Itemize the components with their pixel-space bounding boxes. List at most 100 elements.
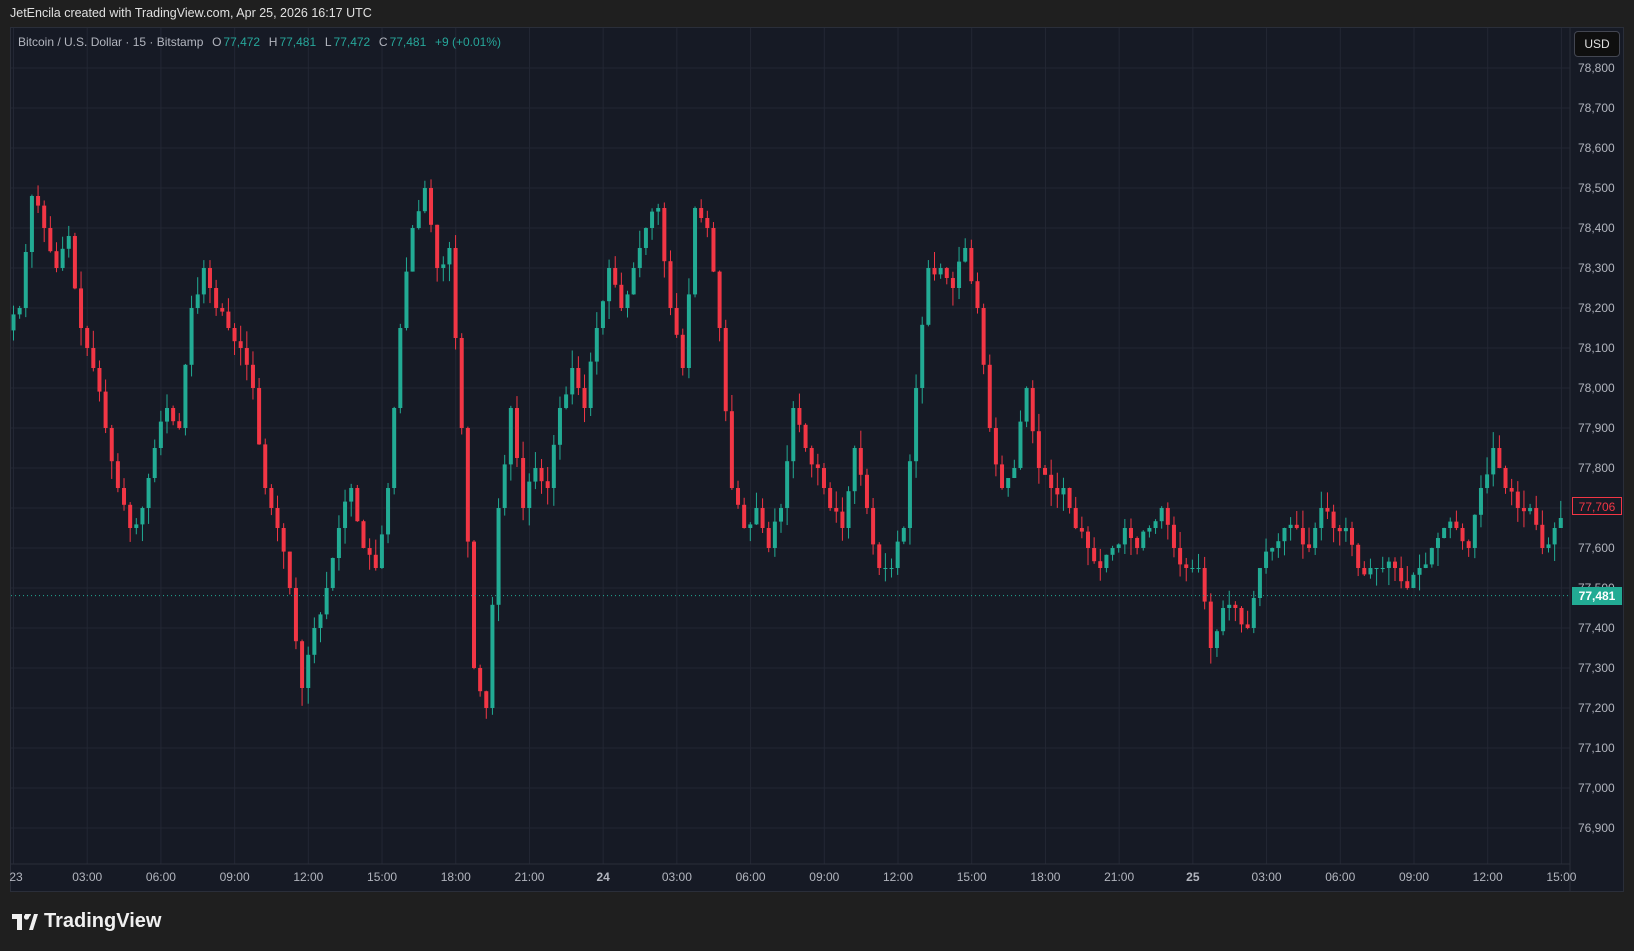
candle-up — [631, 268, 636, 295]
candle-down — [877, 544, 882, 568]
candle-up — [189, 308, 194, 365]
candle-up — [1448, 521, 1453, 528]
candle-down — [729, 411, 734, 488]
candle-up — [883, 568, 888, 569]
candle-up — [1478, 488, 1483, 515]
candle-down — [1184, 564, 1189, 568]
candle-up — [914, 388, 919, 462]
candle-down — [361, 521, 366, 548]
candle-up — [60, 248, 65, 268]
candle-down — [932, 268, 937, 275]
candle-down — [36, 196, 41, 206]
time-axis-label: 15:00 — [956, 870, 987, 884]
candle-down — [269, 488, 274, 508]
candle-down — [72, 236, 77, 289]
price-axis-label: 77,900 — [1578, 421, 1615, 435]
price-axis-label: 77,000 — [1578, 781, 1615, 795]
currency-button[interactable]: USD — [1574, 31, 1620, 57]
candle-down — [981, 308, 986, 365]
candle-up — [895, 541, 900, 568]
candlestick-chart[interactable] — [0, 0, 1634, 951]
candle-up — [349, 488, 354, 502]
candle-up — [533, 468, 538, 482]
candle-down — [1171, 524, 1176, 548]
candle-down — [987, 364, 992, 428]
candle-up — [447, 248, 452, 265]
candle-down — [459, 338, 464, 428]
candle-down — [1460, 528, 1465, 542]
open-value: 77,472 — [223, 35, 261, 49]
low-label: L — [324, 35, 332, 49]
candle-down — [1208, 601, 1213, 648]
price-axis-label: 78,200 — [1578, 301, 1615, 315]
candle-down — [484, 691, 489, 708]
tradingview-logo[interactable]: TradingView — [12, 910, 161, 933]
candle-up — [134, 524, 139, 528]
candle-up — [1221, 608, 1226, 632]
price-axis-label: 77,300 — [1578, 661, 1615, 675]
candle-up — [158, 421, 163, 448]
time-axis-label: 23 — [9, 870, 23, 884]
candle-up — [17, 308, 22, 315]
candle-up — [1141, 531, 1146, 548]
candle-down — [367, 548, 372, 555]
candle-down — [1350, 528, 1355, 545]
candle-down — [1393, 561, 1397, 568]
candle-down — [1245, 624, 1250, 628]
candle-down — [128, 504, 133, 528]
candle-up — [1159, 508, 1164, 522]
candle-down — [815, 464, 820, 468]
candle-down — [453, 248, 458, 338]
candle-up — [1018, 421, 1023, 468]
candle-up — [1104, 554, 1109, 568]
candle-down — [809, 448, 814, 465]
candle-down — [1067, 488, 1072, 508]
price-axis-label: 78,500 — [1578, 181, 1615, 195]
change-value: +9 (+0.01%) — [434, 35, 501, 49]
candle-up — [1270, 548, 1275, 552]
candle-down — [545, 481, 550, 488]
symbol-name[interactable]: Bitcoin / U.S. Dollar · 15 · Bitstamp — [18, 35, 203, 49]
candle-down — [42, 205, 47, 228]
candle-down — [582, 388, 587, 408]
candle-down — [1135, 538, 1140, 548]
candle-up — [1061, 488, 1066, 495]
candle-up — [165, 408, 169, 422]
candle-down — [257, 388, 262, 445]
candle-up — [551, 444, 556, 488]
candle-down — [103, 391, 108, 428]
candle-down — [300, 641, 305, 688]
candle-down — [275, 508, 280, 528]
candle-up — [1214, 631, 1219, 648]
candle-up — [1368, 568, 1373, 575]
candle-up — [330, 558, 335, 588]
candle-down — [821, 468, 826, 488]
candle-down — [1000, 464, 1005, 488]
candle-down — [576, 368, 581, 388]
price-axis-label: 78,400 — [1578, 221, 1615, 235]
candle-down — [91, 348, 96, 368]
candle-up — [1552, 528, 1557, 545]
candle-down — [97, 368, 102, 392]
candle-down — [1521, 508, 1526, 512]
candle-up — [1264, 551, 1269, 568]
open-label: O — [212, 35, 222, 49]
candle-down — [717, 271, 722, 328]
candle-down — [1202, 568, 1207, 602]
candle-up — [1411, 574, 1416, 588]
price-axis-label: 78,600 — [1578, 141, 1615, 155]
candle-down — [736, 488, 741, 505]
candle-up — [1417, 568, 1422, 575]
candle-down — [465, 428, 470, 542]
candle-down — [803, 424, 808, 448]
candle-down — [250, 364, 255, 388]
candle-up — [1251, 598, 1256, 628]
candle-down — [171, 408, 176, 422]
time-axis-label: 12:00 — [293, 870, 324, 884]
time-axis-label: 25 — [1186, 870, 1200, 884]
candle-up — [852, 448, 857, 492]
candle-down — [1233, 604, 1238, 608]
candle-down — [79, 288, 84, 328]
candle-up — [195, 294, 200, 308]
candle-down — [521, 458, 526, 508]
